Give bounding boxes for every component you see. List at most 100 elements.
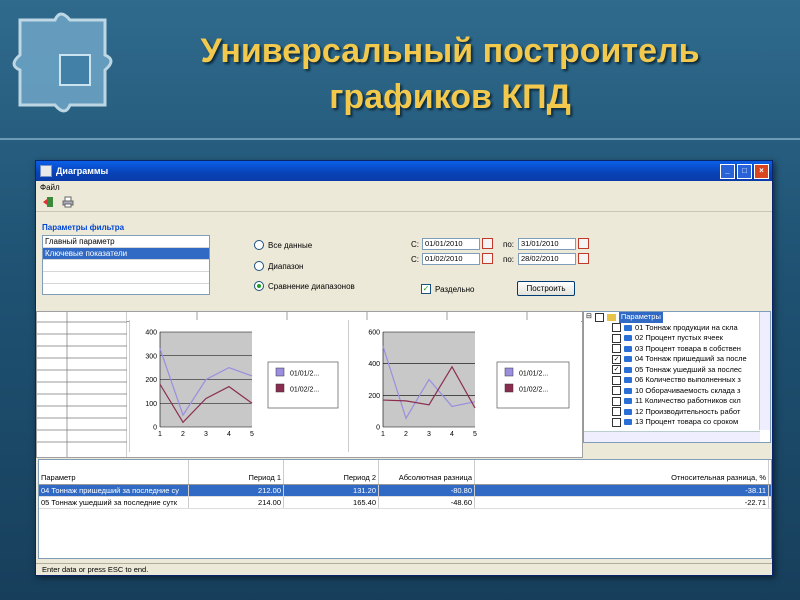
calendar-icon[interactable] xyxy=(482,238,493,249)
checkbox-icon[interactable] xyxy=(612,344,621,354)
y-tick-label: 600 xyxy=(368,330,380,337)
cell-period-2[interactable]: 165.40 xyxy=(284,497,379,508)
radio-range[interactable]: Диапазон xyxy=(254,261,303,271)
col-abs-diff[interactable]: Абсолютная разница xyxy=(379,460,475,484)
x-tick-label: 2 xyxy=(181,431,185,438)
tree-root[interactable]: ⊟ Параметры xyxy=(584,312,770,323)
checkbox-icon[interactable] xyxy=(612,396,621,406)
tree-item-label: 05 Тоннаж ушедший за послес xyxy=(635,364,742,374)
tree-item[interactable]: 12 Производительность работ xyxy=(584,407,770,418)
radio-icon[interactable] xyxy=(254,281,264,291)
parameter-icon xyxy=(624,345,632,352)
checkbox-icon[interactable] xyxy=(594,312,604,322)
calendar-icon[interactable] xyxy=(482,253,493,264)
table-header: Параметр Период 1 Период 2 Абсолютная ра… xyxy=(39,460,771,485)
checkbox-icon[interactable] xyxy=(612,375,621,385)
tree-item-label: 04 Тоннаж пришедший за после xyxy=(635,354,747,363)
checkbox-icon[interactable] xyxy=(612,323,621,333)
col-parameter[interactable]: Параметр xyxy=(39,460,189,484)
parameter-icon xyxy=(624,398,632,405)
cell-abs-diff[interactable]: -80.80 xyxy=(379,485,475,496)
tree-item[interactable]: 02 Процент пустых ячеек xyxy=(584,333,770,344)
minimize-button[interactable]: _ xyxy=(720,163,735,179)
checkbox-icon[interactable]: ✓ xyxy=(612,365,621,375)
cell-parameter[interactable]: 05 Тоннаж ушедший за последние сутк xyxy=(39,497,189,508)
window-titlebar[interactable]: Диаграммы _ □ × xyxy=(36,161,772,181)
close-button[interactable]: × xyxy=(754,163,769,179)
table-row[interactable]: 05 Тоннаж ушедший за последние сутк 214.… xyxy=(39,497,771,509)
tree-item[interactable]: ✓ 05 Тоннаж ушедший за послес xyxy=(584,365,770,376)
print-icon[interactable] xyxy=(62,196,74,208)
chart-1: 0 100 200 300 400 1 2 3 4 5 01/01/2... 01/02/2... xyxy=(129,320,348,452)
col-period-2[interactable]: Период 2 xyxy=(284,460,379,484)
tree-item-label: 02 Процент пустых ячеек xyxy=(635,333,723,342)
tree-item[interactable]: ✓ 04 Тоннаж пришедший за после xyxy=(584,354,770,365)
radio-icon[interactable] xyxy=(254,261,264,271)
to-label-1: по: xyxy=(503,240,515,249)
exit-icon[interactable] xyxy=(42,196,54,208)
radio-icon[interactable] xyxy=(254,240,264,250)
checkbox-icon[interactable] xyxy=(612,386,621,396)
tree-vertical-scrollbar[interactable] xyxy=(759,312,770,430)
results-table: Параметр Период 1 Период 2 Абсолютная ра… xyxy=(38,459,772,559)
maximize-button[interactable]: □ xyxy=(737,163,752,179)
col-period-1[interactable]: Период 1 xyxy=(189,460,284,484)
slide-title: Универсальный построитель графиков КПД xyxy=(130,28,770,120)
cell-period-1[interactable]: 212.00 xyxy=(189,485,284,496)
table-row[interactable]: 04 Тоннаж пришедший за последние су 212.… xyxy=(39,485,771,497)
parameter-icon xyxy=(624,419,632,426)
y-tick-label: 300 xyxy=(145,353,157,360)
tree-item-label: 03 Процент товара в собствен xyxy=(635,343,741,353)
range2-to-input[interactable]: 28/02/2010 xyxy=(518,253,576,265)
range2-from-input[interactable]: 01/02/2010 xyxy=(422,253,480,265)
col-rel-diff[interactable]: Относительная разница, % xyxy=(475,460,769,484)
tree-root-label: Параметры xyxy=(618,312,663,323)
tree-item[interactable]: 13 Процент товара со сроком xyxy=(584,417,770,428)
toolbar xyxy=(36,193,772,212)
tree-item[interactable]: 06 Количество выполненных з xyxy=(584,375,770,386)
legend-label: 01/02/2... xyxy=(290,387,319,394)
filter-list[interactable]: Главный параметр Ключевые показатели xyxy=(42,235,210,295)
cell-parameter[interactable]: 04 Тоннаж пришедший за последние су xyxy=(39,485,189,496)
tree-item-label: 12 Производительность работ xyxy=(635,406,741,416)
x-tick-label: 4 xyxy=(450,431,454,438)
x-tick-label: 5 xyxy=(473,431,477,438)
collapse-icon[interactable]: ⊟ xyxy=(586,312,592,323)
cell-period-2[interactable]: 131.20 xyxy=(284,485,379,496)
tree-item[interactable]: 01 Тоннаж продукции на скла xyxy=(584,323,770,334)
parameters-tree[interactable]: ⊟ Параметры 01 Тоннаж продукции на скла 0… xyxy=(583,311,771,443)
filter-item-main[interactable]: Главный параметр xyxy=(43,236,209,248)
tree-item[interactable]: 03 Процент товара в собствен xyxy=(584,344,770,355)
x-tick-label: 1 xyxy=(158,431,162,438)
cell-abs-diff[interactable]: -48.60 xyxy=(379,497,475,508)
checkbox-icon[interactable] xyxy=(612,417,621,427)
radio-compare[interactable]: Сравнение диапазонов xyxy=(254,281,355,291)
tree-item[interactable]: 10 Оборачиваемость склада з xyxy=(584,386,770,397)
y-tick-label: 0 xyxy=(153,425,157,432)
cell-period-1[interactable]: 214.00 xyxy=(189,497,284,508)
radio-all-data[interactable]: Все данные xyxy=(254,240,312,250)
x-tick-label: 3 xyxy=(204,431,208,438)
cell-rel-diff[interactable]: -38.11 xyxy=(475,485,769,496)
calendar-icon[interactable] xyxy=(578,238,589,249)
checkbox-icon[interactable]: ✓ xyxy=(612,354,621,364)
legend-swatch xyxy=(275,367,285,377)
app-icon xyxy=(40,165,52,177)
tree-item-label: 01 Тоннаж продукции на скла xyxy=(635,322,738,332)
range1-from-input[interactable]: 01/01/2010 xyxy=(422,238,480,250)
tree-item[interactable]: 11 Количество работников скл xyxy=(584,396,770,407)
cell-rel-diff[interactable]: -22.71 xyxy=(475,497,769,508)
y-tick-label: 200 xyxy=(368,393,380,400)
range1-to-input[interactable]: 31/01/2010 xyxy=(518,238,576,250)
separate-checkbox[interactable]: ✓ Раздельно xyxy=(421,284,474,294)
checkbox-icon[interactable] xyxy=(612,407,621,417)
tree-horizontal-scrollbar[interactable] xyxy=(584,431,760,442)
grid-columns xyxy=(37,312,127,457)
from-label-1: С: xyxy=(411,240,419,249)
checkbox-icon[interactable]: ✓ xyxy=(421,284,431,294)
menu-file[interactable]: Файл xyxy=(40,183,60,192)
build-button[interactable]: Построить xyxy=(517,281,575,296)
filter-item-key[interactable]: Ключевые показатели xyxy=(43,248,209,260)
calendar-icon[interactable] xyxy=(578,253,589,264)
checkbox-icon[interactable] xyxy=(612,333,621,343)
